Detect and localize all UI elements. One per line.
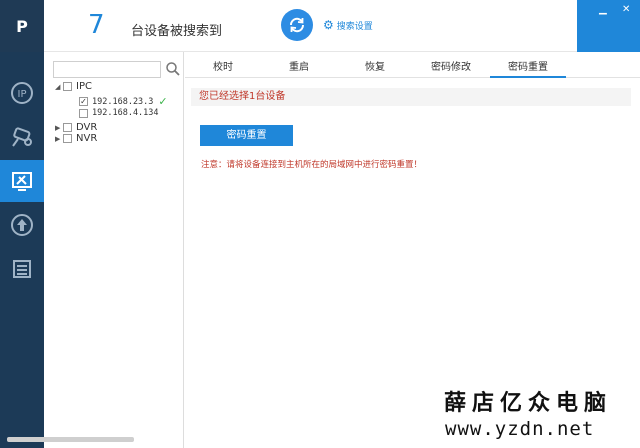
tools-icon [12,172,32,191]
watermark-url: www.yzdn.net [445,418,595,440]
tree-device-item[interactable]: 192.168.4.134 [79,108,159,118]
tab-bar: 校时 重启 恢复 密码修改 密码重置 [185,60,640,78]
tree-group-nvr[interactable]: ▶ NVR [55,133,97,144]
tree-group-ipc[interactable]: ◢ IPC [55,81,92,92]
nav-item-list[interactable] [0,248,44,290]
tab-password-change[interactable]: 密码修改 [413,60,489,78]
reset-note: 注意：请将设备连接到主机所在的局域网中进行密码重置！ [201,160,423,170]
checkbox[interactable] [79,108,88,118]
device-count: 7 [88,10,105,40]
refresh-icon [289,17,305,33]
device-ip: 192.168.4.134 [92,108,159,118]
nav-item-upgrade[interactable] [0,204,44,246]
refresh-button[interactable] [281,9,313,41]
window-controls: ▁ ✕ [577,0,640,52]
search-icon[interactable] [165,61,181,77]
watermark-title: 薛店亿众电脑 [444,390,613,416]
search-settings-link[interactable]: ⚙ 搜索设置 [323,18,373,32]
tree-device-item[interactable]: ✓ 192.168.23.3 ✓ [79,95,168,108]
password-reset-button[interactable]: 密码重置 [200,125,293,146]
selection-message: 您已经选择1台设备 [191,88,631,106]
expand-arrow-icon[interactable]: ◢ [55,83,63,91]
tree-group-dvr[interactable]: ▶ DVR [55,122,97,133]
left-navigation: P IP [0,0,44,448]
checkbox[interactable] [63,82,72,91]
device-tree-panel: ◢ IPC ✓ 192.168.23.3 ✓ 192.168.4.134 ▶ D… [44,52,184,448]
list-icon [13,260,31,278]
nav-item-ip-search[interactable]: IP [0,72,44,114]
ip-search-icon: IP [11,82,33,104]
horizontal-scrollbar[interactable] [7,437,134,442]
svg-text:IP: IP [18,89,27,100]
app-logo: P [0,0,44,52]
check-icon: ✓ [158,95,168,108]
expand-arrow-icon[interactable]: ▶ [55,124,63,132]
tree-search-input[interactable] [53,61,161,78]
device-ip: 192.168.23.3 [92,96,154,107]
nav-item-camera[interactable] [0,116,44,158]
upgrade-icon [11,214,33,236]
logo-text: P [16,16,28,36]
tab-restore[interactable]: 恢复 [337,60,413,78]
tab-reboot[interactable]: 重启 [261,60,337,78]
checkbox[interactable]: ✓ [79,97,88,106]
nav-item-tools[interactable] [0,160,44,202]
checkbox[interactable] [63,134,72,143]
tab-password-reset[interactable]: 密码重置 [490,60,566,78]
device-count-label: 台设备被搜索到 [131,24,223,39]
minimize-icon[interactable]: ▁ [599,5,607,15]
expand-arrow-icon[interactable]: ▶ [55,135,63,143]
group-label: DVR [76,122,98,133]
group-label: NVR [76,133,98,144]
header-bar: 7 台设备被搜索到 ⚙ 搜索设置 [44,0,577,52]
group-label: IPC [76,81,92,92]
close-icon[interactable]: ✕ [622,5,630,15]
search-settings-label: 搜索设置 [336,21,373,32]
gear-icon: ⚙ [323,18,334,32]
tab-time-sync[interactable]: 校时 [185,60,261,78]
camera-icon [12,127,32,147]
checkbox[interactable] [63,123,72,132]
